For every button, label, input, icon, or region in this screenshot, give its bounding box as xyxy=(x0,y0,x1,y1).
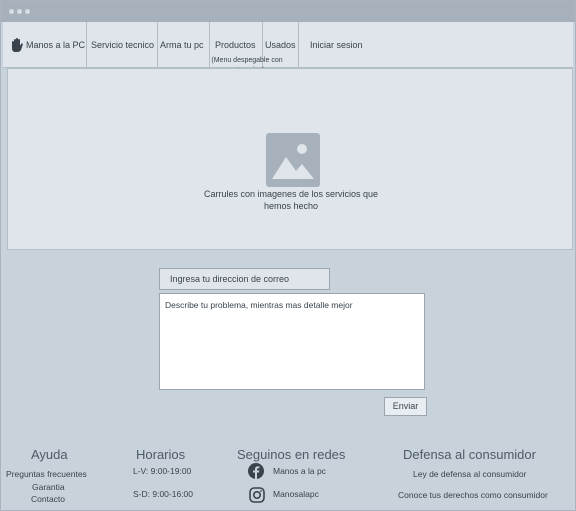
nav-brand-label: Manos a la PC xyxy=(26,40,86,50)
footer-consumer-title: Defensa al consumidor xyxy=(403,447,536,462)
footer-link-faq[interactable]: Preguntas frecuentes xyxy=(6,469,87,479)
top-navbar: Manos a la PC Servicio tecnico Arma tu p… xyxy=(3,22,573,74)
nav-item-label: Iniciar sesion xyxy=(310,40,363,50)
services-carousel[interactable]: Carrules con imagenes de los servicios q… xyxy=(7,68,573,250)
nav-item-arma-tu-pc[interactable]: Arma tu pc xyxy=(158,22,210,67)
nav-item-label: Servicio tecnico xyxy=(91,40,155,50)
consumer-law-link[interactable]: Ley de defensa al consumidor xyxy=(413,469,526,479)
facebook-link[interactable]: Manos a la pc xyxy=(273,466,326,476)
consumer-rights-link[interactable]: Conoce tus derechos como consumidor xyxy=(398,490,548,500)
nav-item-label: Productos xyxy=(215,40,256,50)
nav-item-iniciar-sesion[interactable]: Iniciar sesion xyxy=(299,22,373,67)
nav-item-label: Arma tu pc xyxy=(160,40,204,50)
footer-link-contacto[interactable]: Contacto xyxy=(31,494,65,504)
facebook-icon[interactable] xyxy=(248,463,264,479)
window-dot-icon[interactable] xyxy=(9,9,14,14)
browser-window: Manos a la PC Servicio tecnico Arma tu p… xyxy=(0,0,576,511)
instagram-link[interactable]: Manosalapc xyxy=(273,489,319,499)
hand-icon xyxy=(12,38,23,52)
footer-help-title: Ayuda xyxy=(31,447,68,462)
message-textarea[interactable]: Describe tu problema, mientras mas detal… xyxy=(159,293,425,390)
instagram-icon[interactable] xyxy=(249,487,265,503)
window-titlebar xyxy=(1,1,575,22)
hours-weekdays: L-V: 9:00-19:00 xyxy=(133,466,192,476)
footer-link-garantia[interactable]: Garantia xyxy=(32,482,65,492)
send-button[interactable]: Enviar xyxy=(384,397,427,416)
nav-item-usados[interactable]: Usados xyxy=(263,22,299,67)
footer-social-title: Seguinos en redes xyxy=(237,447,346,462)
nav-item-servicio-tecnico[interactable]: Servicio tecnico xyxy=(87,22,158,67)
window-dot-icon[interactable] xyxy=(17,9,22,14)
footer-hours-title: Horarios xyxy=(136,447,186,462)
carousel-caption: Carrules con imagenes de los servicios q… xyxy=(203,189,379,211)
email-field[interactable]: Ingresa tu direccion de correo xyxy=(159,268,330,290)
nav-item-label: Usados xyxy=(265,40,296,50)
nav-brand[interactable]: Manos a la PC xyxy=(3,22,87,67)
hours-weekend: S-D: 9:00-16:00 xyxy=(133,489,194,499)
image-placeholder-icon xyxy=(266,133,320,187)
window-dot-icon[interactable] xyxy=(25,9,30,14)
